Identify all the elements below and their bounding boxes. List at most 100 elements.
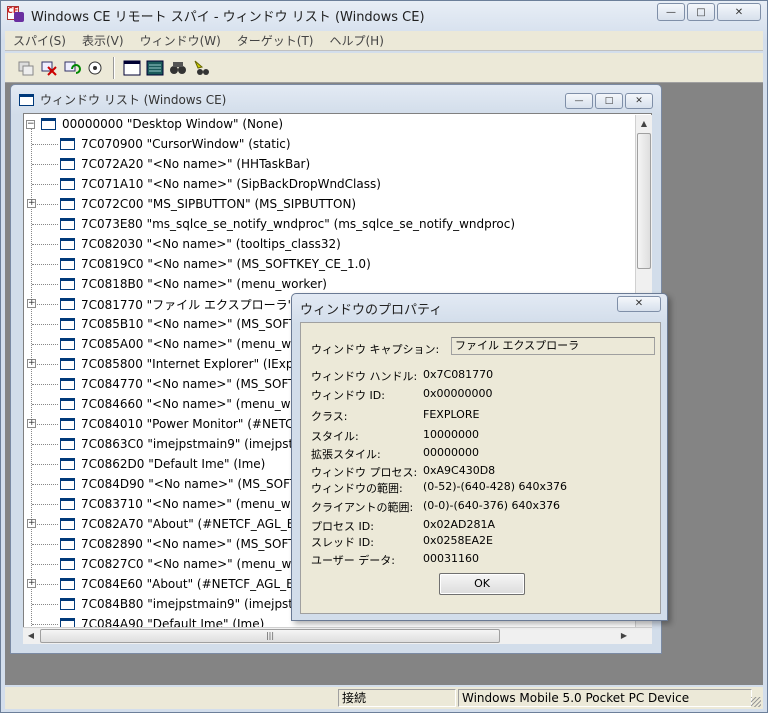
tree-connector [32,464,58,465]
settings-icon[interactable] [84,57,106,79]
tree-item[interactable]: 7C0818B0 "<No name>" (menu_worker) [60,274,327,294]
h-scroll-thumb[interactable]: ||| [40,629,500,643]
window-list-icon[interactable] [121,57,143,79]
child-close-button[interactable]: ✕ [625,93,653,109]
tree-item[interactable]: 7C085A00 "<No name>" (menu_wo [60,334,298,354]
resize-grip[interactable] [751,697,761,707]
tree-item[interactable]: 7C071A10 "<No name>" (SipBackDropWndClas… [60,174,381,194]
window-node-icon [60,418,75,430]
scroll-left-icon[interactable]: ◀ [23,628,39,644]
caption-field[interactable]: ファイル エクスプローラ [451,337,655,355]
maximize-button[interactable]: □ [687,3,715,21]
scroll-up-icon[interactable]: ▲ [636,115,652,132]
find-window-icon[interactable] [190,57,212,79]
menu-spy[interactable]: スパイ(S) [5,32,74,49]
connect-icon[interactable] [15,57,37,79]
tree-connector [32,484,58,485]
tree-item[interactable]: 7C072C00 "MS_SIPBUTTON" (MS_SIPBUTTON) [60,194,356,214]
expand-icon[interactable]: + [27,579,36,588]
scroll-right-icon[interactable]: ▶ [616,628,632,644]
tree-item[interactable]: 7C085B10 "<No name>" (MS_SOFT [60,314,296,334]
window-node-icon [60,278,75,290]
prop-value: (0-0)-(640-376) 640x376 [423,499,561,512]
prop-label: 拡張スタイル: [311,448,381,461]
prop-label: ウィンドウ ハンドル: [311,370,418,383]
tree-item[interactable]: 7C084D90 "<No name>" (MS_SOFT [60,474,297,494]
tree-item[interactable]: 7C082030 "<No name>" (tooltips_class32) [60,234,341,254]
tree-item[interactable]: 7C082A70 "About" (#NETCF_AGL_B [60,514,295,534]
caption-label: ウィンドウ キャプション: [311,343,440,356]
tree-item[interactable]: 7C081770 "ファイル エクスプローラ" [60,294,293,314]
tree-item-label: 7C0862D0 "Default Ime" (Ime) [81,457,266,471]
tree-item[interactable]: 7C084B80 "imejpstmain9" (imejpstn [60,594,301,614]
tree-item[interactable]: 7C0862D0 "Default Ime" (Ime) [60,454,265,474]
message-icon[interactable] [144,57,166,79]
dialog-body: ウィンドウ キャプション: ファイル エクスプローラ OK ウィンドウ ハンドル… [300,322,661,614]
dialog-close-button[interactable]: ✕ [617,296,661,312]
menu-help[interactable]: ヘルプ(H) [322,32,392,49]
prop-value: 0x00000000 [423,387,493,400]
tree-connector [32,404,58,405]
tree-item[interactable]: 7C084660 "<No name>" (menu_wo [60,394,298,414]
window-list-title: ウィンドウ リスト (Windows CE) [40,93,227,107]
child-maximize-button[interactable]: □ [595,93,623,109]
tree-connector [32,624,58,625]
tree-item[interactable]: 7C083710 "<No name>" (menu_wo [60,494,298,514]
tree-connector [32,144,58,145]
ok-button[interactable]: OK [439,573,525,595]
window-node-icon [60,318,75,330]
prop-value: 0x7C081770 [423,368,494,381]
prop-value: 0xA9C430D8 [423,464,496,477]
tree-item-label: 7C082A70 "About" (#NETCF_AGL_B [81,517,295,531]
tree-item[interactable]: 7C072A20 "<No name>" (HHTaskBar) [60,154,310,174]
expand-icon[interactable]: + [27,359,36,368]
child-minimize-button[interactable]: — [565,93,593,109]
tree-item[interactable]: 7C084010 "Power Monitor" (#NETCF [60,414,300,434]
tree-root[interactable]: − 00000000 "Desktop Window" (None) [26,114,283,134]
scroll-thumb[interactable] [637,133,651,269]
prop-value: 00000000 [423,446,479,459]
tree-item[interactable]: 7C082890 "<No name>" (MS_SOFT [60,534,296,554]
window-node-icon [60,498,75,510]
window-node-icon [60,538,75,550]
expand-icon[interactable]: + [27,519,36,528]
find-icon[interactable] [167,57,189,79]
tree-item[interactable]: 7C0819C0 "<No name>" (MS_SOFTKEY_CE_1.0) [60,254,371,274]
tree-item-label: 7C0818B0 "<No name>" (menu_worker) [81,277,327,291]
tree-item-label: 7C070900 "CursorWindow" (static) [81,137,291,151]
expand-icon[interactable]: + [27,419,36,428]
tree-connector [32,224,58,225]
tree-connector [32,164,58,165]
close-button[interactable]: ✕ [717,3,761,21]
tree-item[interactable]: 7C084770 "<No name>" (MS_SOFT [60,374,296,394]
minimize-button[interactable]: — [657,3,685,21]
tree-item-label: 7C084D90 "<No name>" (MS_SOFT [81,477,298,491]
tree-item-label: 7C084660 "<No name>" (menu_wo [81,397,298,411]
window-node-icon [60,338,75,350]
tree-item[interactable]: 7C085800 "Internet Explorer" (IExpl [60,354,297,374]
status-connection: 接続 [338,689,456,707]
prop-label: ウィンドウの範囲: [311,482,403,495]
tree-connector [32,284,58,285]
tree-item[interactable]: 7C0863C0 "imejpstmain9" (imejpstn [60,434,301,454]
menu-target[interactable]: ターゲット(T) [229,32,322,49]
menu-window[interactable]: ウィンドウ(W) [132,32,229,49]
expand-icon[interactable]: + [27,299,36,308]
tree-item[interactable]: 7C084E60 "About" (#NETCF_AGL_B [60,574,294,594]
tree-connector [32,544,58,545]
window-node-icon [60,198,75,210]
tree-item-label: 7C081770 "ファイル エクスプローラ" [81,297,294,312]
horizontal-scrollbar[interactable]: ◀ ||| ▶ [23,627,652,644]
toolbar-separator [113,56,115,79]
expand-icon[interactable]: + [27,199,36,208]
menu-view[interactable]: 表示(V) [74,32,132,49]
window-node-icon [60,378,75,390]
toolbar [5,53,763,83]
refresh-icon[interactable] [61,57,83,79]
tree-item[interactable]: 7C070900 "CursorWindow" (static) [60,134,291,154]
window-node-icon [60,178,75,190]
window-node-icon [60,478,75,490]
disconnect-icon[interactable] [38,57,60,79]
tree-item[interactable]: 7C0827C0 "<No name>" (menu_wo [60,554,299,574]
tree-item[interactable]: 7C073E80 "ms_sqlce_se_notify_wndproc" (m… [60,214,515,234]
